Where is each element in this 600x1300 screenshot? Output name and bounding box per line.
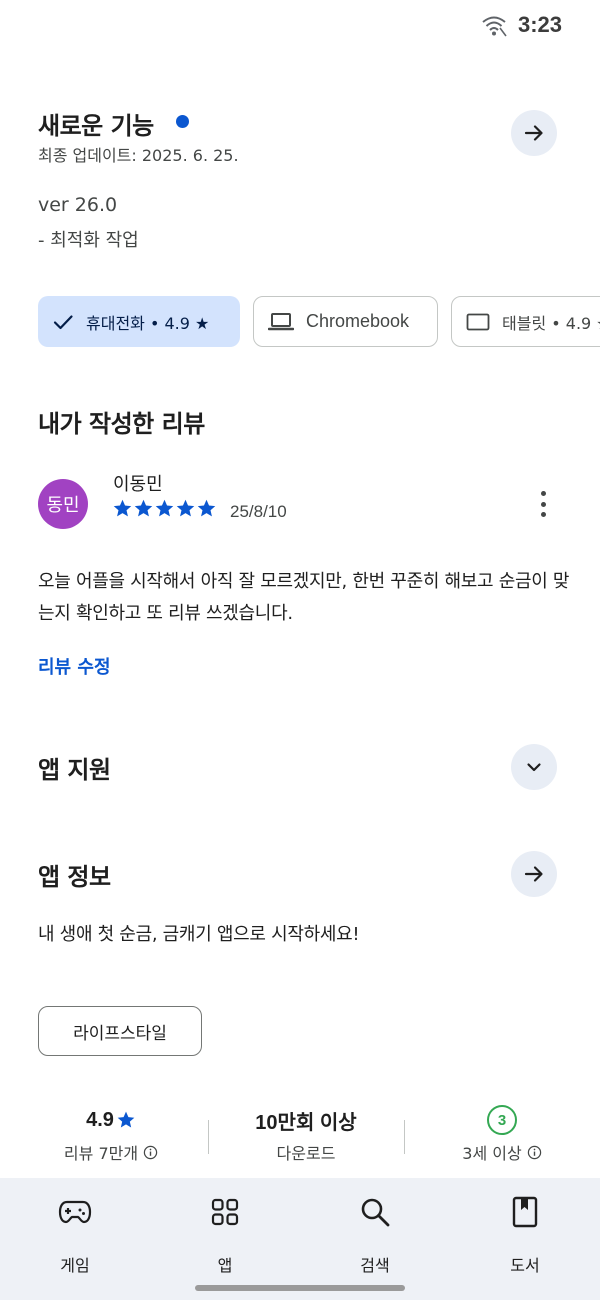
app-info-arrow-button[interactable]	[511, 851, 557, 897]
info-icon	[143, 1145, 158, 1159]
downloads-label: 다운로드	[276, 1144, 336, 1163]
chevron-down-icon	[527, 763, 541, 772]
downloads-value: 10만회 이상	[255, 1111, 357, 1134]
check-icon	[52, 311, 74, 333]
kebab-dot	[540, 491, 546, 496]
whats-new-title: 새로운 기능	[38, 112, 154, 140]
stat-age-rating[interactable]: 3 3세 이상	[402, 1104, 600, 1164]
arrow-right-icon	[524, 866, 543, 882]
whats-new-arrow-button[interactable]	[511, 110, 557, 156]
chip-chromebook[interactable]: Chromebook	[253, 296, 438, 347]
reviewer-name: 이동민	[113, 474, 163, 495]
category-chip-label: 라이프스타일	[73, 1023, 167, 1044]
home-indicator[interactable]	[195, 1285, 405, 1291]
change-note: - 최적화 작업	[38, 230, 139, 251]
kebab-dot	[540, 512, 546, 517]
nav-apps[interactable]: 앱	[150, 1192, 300, 1276]
avatar-text: 동민	[46, 495, 80, 516]
nav-books[interactable]: 도서	[450, 1192, 600, 1276]
rating-value: 4.9	[86, 1108, 114, 1131]
avatar: 동민	[38, 479, 88, 529]
age-rating-badge: 3	[487, 1105, 517, 1135]
nav-apps-label: 앱	[217, 1256, 233, 1275]
star-icon	[176, 499, 195, 517]
rating-label: 리뷰 7만개	[63, 1144, 139, 1163]
stat-rating[interactable]: 4.9 리뷰 7만개	[11, 1104, 211, 1164]
chip-tablet-label: 태블릿 • 4.9 ★	[502, 313, 600, 333]
category-chip[interactable]: 라이프스타일	[38, 1006, 202, 1056]
nav-books-label: 도서	[510, 1256, 540, 1275]
status-time: 3:23	[518, 12, 563, 37]
wifi-icon	[482, 16, 507, 37]
chip-phone[interactable]: 휴대전화 • 4.9 ★	[38, 296, 240, 347]
status-bar: 3:23	[0, 0, 600, 56]
more-options-button[interactable]	[531, 488, 555, 520]
bottom-navigation: 게임 앱 검색 도서	[0, 1178, 600, 1300]
apps-grid-icon	[211, 1198, 239, 1226]
star-icon	[155, 499, 174, 517]
star-icon	[113, 499, 132, 517]
book-icon	[512, 1196, 538, 1228]
info-icon	[527, 1145, 541, 1159]
star-icon	[134, 499, 153, 517]
kebab-dot	[540, 501, 546, 507]
tablet-icon	[466, 313, 490, 331]
app-description: 내 생애 첫 순금, 금캐기 앱으로 시작하세요!	[38, 924, 360, 945]
new-indicator-dot	[176, 115, 189, 128]
star-icon	[197, 499, 216, 517]
my-review-title: 내가 작성한 리뷰	[38, 410, 205, 438]
search-icon	[361, 1198, 390, 1227]
nav-search[interactable]: 검색	[300, 1192, 450, 1276]
nav-search-label: 검색	[360, 1256, 390, 1275]
review-text: 오늘 어플을 시작해서 아직 잘 모르겠지만, 한번 꾸준히 해보고 순금이 맞…	[38, 571, 570, 624]
last-updated: 최종 업데이트: 2025. 6. 25.	[38, 146, 239, 165]
app-support-expand-button[interactable]	[511, 744, 557, 790]
app-info-title: 앱 정보	[38, 863, 111, 891]
app-support-title: 앱 지원	[38, 756, 111, 784]
arrow-right-icon	[524, 125, 543, 141]
star-rating	[112, 498, 217, 519]
chip-chromebook-label: Chromebook	[306, 311, 410, 331]
chip-tablet[interactable]: 태블릿 • 4.9 ★	[451, 296, 600, 347]
stats-row: 4.9 리뷰 7만개 10만회 이상 다운로드 3 3세 이상	[0, 1104, 600, 1174]
version-text: ver 26.0	[38, 194, 118, 216]
nav-games-label: 게임	[60, 1256, 90, 1275]
star-icon	[117, 1111, 135, 1128]
chip-phone-label: 휴대전화 • 4.9 ★	[86, 313, 210, 333]
age-rating-label: 3세 이상	[462, 1144, 522, 1163]
review-date: 25/8/10	[230, 502, 287, 521]
gamepad-icon	[58, 1200, 92, 1224]
stat-downloads: 10만회 이상 다운로드	[206, 1104, 406, 1164]
edit-review-link[interactable]: 리뷰 수정	[38, 653, 111, 679]
nav-games[interactable]: 게임	[0, 1192, 150, 1276]
laptop-icon	[268, 312, 294, 332]
